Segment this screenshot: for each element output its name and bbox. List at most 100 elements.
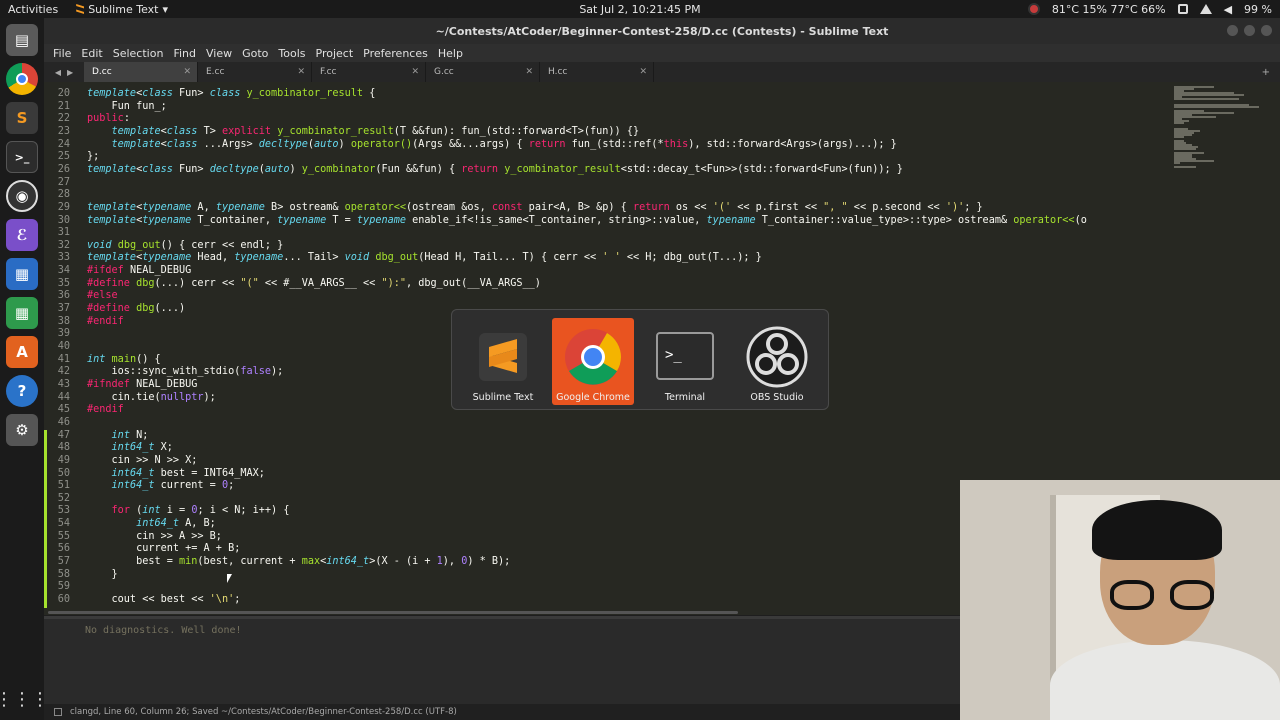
menu-preferences[interactable]: Preferences — [358, 47, 433, 60]
code-text: template<typename Head, typename... Tail… — [87, 252, 762, 264]
code-line[interactable]: 25}; — [44, 150, 100, 163]
code-line[interactable]: 39 — [44, 327, 87, 340]
battery-text[interactable]: 99 % — [1244, 3, 1272, 16]
code-line[interactable]: 57 best = min(best, current + max<int64_… — [44, 555, 511, 568]
emacs-icon[interactable]: ℰ — [6, 219, 38, 251]
switcher-item-terminal[interactable]: >_ Terminal — [644, 318, 726, 405]
menu-tools[interactable]: Tools — [273, 47, 310, 60]
code-line[interactable]: 26 template<class Fun> decltype(auto) y_c… — [44, 163, 903, 176]
network-icon[interactable] — [1177, 4, 1188, 14]
code-line[interactable]: 49 cin >> N >> X; — [44, 454, 198, 467]
code-line[interactable]: 21 Fun fun_; — [44, 100, 167, 113]
code-line[interactable]: 28 — [44, 188, 87, 201]
code-line[interactable]: 29 template<typename A, typename B> ostre… — [44, 201, 983, 214]
calc-icon[interactable]: ▦ — [6, 297, 38, 329]
tab-g-cc[interactable]: G.cc ✕ — [426, 62, 540, 82]
terminal-icon[interactable]: >_ — [6, 141, 38, 173]
code-line[interactable]: 30 template<typename T_container, typenam… — [44, 214, 1087, 227]
menu-file[interactable]: File — [48, 47, 76, 60]
activities-button[interactable]: Activities — [8, 3, 58, 16]
code-line[interactable]: 47 int N; — [44, 429, 149, 442]
code-line[interactable]: 51 int64_t current = 0; — [44, 479, 235, 492]
code-line[interactable]: 36 #else — [44, 289, 118, 302]
code-line[interactable]: 24 template<class ...Args> decltype(auto… — [44, 138, 897, 151]
menu-project[interactable]: Project — [311, 47, 359, 60]
menu-edit[interactable]: Edit — [76, 47, 107, 60]
code-line[interactable]: 34 #ifdef NEAL_DEBUG — [44, 264, 192, 277]
scrollbar-thumb[interactable] — [48, 611, 738, 614]
chrome-icon[interactable] — [6, 63, 38, 95]
minimize-icon[interactable] — [1227, 25, 1238, 36]
code-line[interactable]: 55 cin >> A >> B; — [44, 530, 222, 543]
close-icon[interactable]: ✕ — [639, 67, 647, 77]
close-icon[interactable]: ✕ — [183, 67, 191, 77]
switcher-item-sublime-text[interactable]: Sublime Text — [462, 318, 544, 405]
writer-icon[interactable]: ▦ — [6, 258, 38, 290]
code-line[interactable]: 59 — [44, 580, 87, 593]
close-icon[interactable]: ✕ — [525, 67, 533, 77]
code-line[interactable]: 41 int main() { — [44, 353, 161, 366]
code-line[interactable]: 33 template<typename Head, typename... Ta… — [44, 251, 762, 264]
system-monitor-text[interactable]: 81°C 15% 77°C 66% — [1052, 3, 1166, 16]
show-applications-icon[interactable]: ⋮⋮⋮ — [0, 689, 49, 710]
tab-f-cc[interactable]: F.cc ✕ — [312, 62, 426, 82]
obs-icon[interactable]: ◉ — [6, 180, 38, 212]
close-icon[interactable] — [1261, 25, 1272, 36]
code-line[interactable]: 31 — [44, 226, 87, 239]
code-line[interactable]: 46 — [44, 416, 87, 429]
code-line[interactable]: 38 #endif — [44, 315, 124, 328]
menu-help[interactable]: Help — [433, 47, 468, 60]
obs-recording-icon[interactable] — [1027, 3, 1040, 15]
help-icon[interactable]: ? — [6, 375, 38, 407]
close-icon[interactable]: ✕ — [297, 67, 305, 77]
code-line[interactable]: 32 void dbg_out() { cerr << endl; } — [44, 239, 284, 252]
code-line[interactable]: 35 #define dbg(...) cerr << "(" << #__VA_… — [44, 277, 541, 290]
code-line[interactable]: 23 template<class T> explicit y_combinat… — [44, 125, 639, 138]
menu-selection[interactable]: Selection — [108, 47, 169, 60]
tab-d-cc[interactable]: D.cc ✕ — [84, 62, 198, 82]
tab-e-cc[interactable]: E.cc ✕ — [198, 62, 312, 82]
code-line[interactable]: 44 cin.tie(nullptr); — [44, 391, 216, 404]
right-arrow-icon[interactable]: ▶ — [67, 68, 73, 77]
code-line[interactable]: 48 int64_t X; — [44, 441, 173, 454]
maximize-icon[interactable] — [1244, 25, 1255, 36]
software-center-icon[interactable]: A — [6, 336, 38, 368]
window-title-bar[interactable]: ~/Contests/AtCoder/Beginner-Contest-258/… — [44, 18, 1280, 44]
code-line[interactable]: 43 #ifndef NEAL_DEBUG — [44, 378, 198, 391]
code-text: int64_t best = INT64_MAX; — [111, 467, 265, 479]
settings-icon[interactable]: ⚙ — [6, 414, 38, 446]
code-line[interactable]: 58 } — [44, 568, 118, 581]
code-line[interactable]: 20 template<class Fun> class y_combinator… — [44, 87, 376, 100]
tab-scroll-arrows[interactable]: ◀ ▶ — [44, 68, 84, 77]
system-tray[interactable]: 81°C 15% 77°C 66% ◀ 99 % — [1027, 0, 1272, 18]
code-line[interactable]: 45 #endif — [44, 403, 124, 416]
sublime-text-icon[interactable]: S — [6, 102, 38, 134]
switcher-item-obs-studio[interactable]: OBS Studio — [736, 318, 818, 405]
files-icon[interactable]: ▤ — [6, 24, 38, 56]
switcher-item-google-chrome[interactable]: Google Chrome — [552, 318, 634, 405]
close-icon[interactable]: ✕ — [411, 67, 419, 77]
tab-h-cc[interactable]: H.cc ✕ — [540, 62, 654, 82]
panel-toggle-icon[interactable] — [54, 708, 62, 716]
code-line[interactable]: 50 int64_t best = INT64_MAX; — [44, 467, 265, 480]
line-number: 50 — [57, 467, 70, 479]
wifi-icon[interactable] — [1199, 4, 1212, 14]
left-arrow-icon[interactable]: ◀ — [55, 68, 61, 77]
app-menu[interactable]: Sublime Text ▾ — [74, 3, 168, 16]
menu-goto[interactable]: Goto — [237, 47, 273, 60]
code-line[interactable]: 60 cout << best << '\n'; — [44, 593, 241, 606]
code-line[interactable]: 40 — [44, 340, 87, 353]
code-line[interactable]: 22 public: — [44, 112, 130, 125]
code-line[interactable]: 42 ios::sync_with_stdio(false); — [44, 365, 284, 378]
code-line[interactable]: 53 for (int i = 0; i < N; i++) { — [44, 504, 290, 517]
code-line[interactable]: 37 #define dbg(...) — [44, 302, 185, 315]
line-number: 31 — [57, 227, 70, 239]
code-line[interactable]: 52 — [44, 492, 87, 505]
volume-icon[interactable]: ◀ — [1224, 3, 1232, 16]
new-tab-icon[interactable]: + — [1262, 67, 1270, 78]
menu-find[interactable]: Find — [168, 47, 201, 60]
code-line[interactable]: 27 — [44, 176, 87, 189]
code-line[interactable]: 54 int64_t A, B; — [44, 517, 216, 530]
menu-view[interactable]: View — [201, 47, 237, 60]
code-line[interactable]: 56 current += A + B; — [44, 542, 241, 555]
